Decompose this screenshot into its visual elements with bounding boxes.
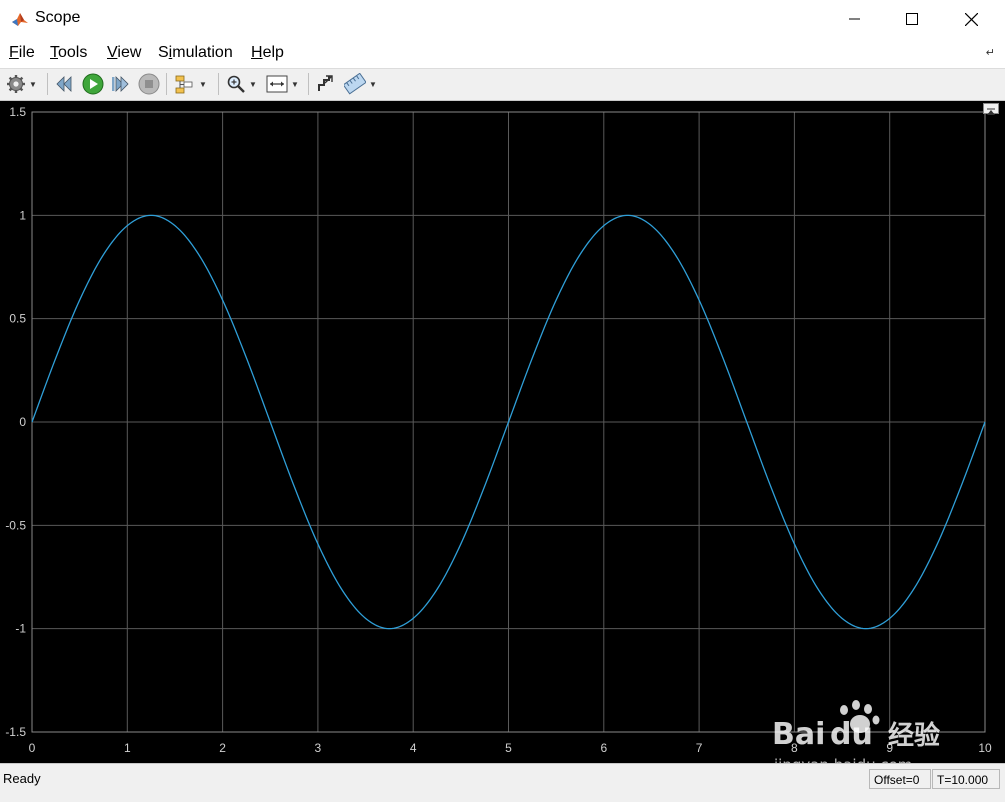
stop-icon	[138, 73, 160, 95]
x-tick-label: 6	[600, 741, 607, 755]
y-tick-label: -1	[15, 622, 26, 636]
run-button[interactable]	[82, 72, 104, 96]
gear-icon	[7, 75, 25, 93]
scope-plot: 0 1 2 3 4 5 6 7 8 9 10 1.5 1 0.5 0 -0.5 -1 -1.5	[5, 105, 992, 755]
offset-readout: Offset=0	[869, 769, 931, 789]
write-data-button[interactable]	[316, 72, 336, 96]
write-data-icon	[318, 75, 333, 91]
y-tick-label: -1.5	[5, 725, 26, 739]
x-tick-label: 5	[505, 741, 512, 755]
chevron-down-icon[interactable]: ▼	[249, 80, 257, 89]
matlab-icon	[12, 13, 28, 26]
x-tick-label: 1	[124, 741, 131, 755]
x-tick-label: 10	[978, 741, 992, 755]
chevron-down-icon[interactable]: ▼	[29, 80, 37, 89]
restore-icon	[987, 108, 995, 115]
restore-plot-button[interactable]	[983, 103, 999, 115]
window-bottom-edge	[0, 793, 1005, 802]
menu-simulation[interactable]: Simulation	[158, 44, 233, 62]
toolbar-separator	[47, 73, 48, 95]
status-text: Ready	[3, 771, 41, 786]
step-forward-icon	[112, 76, 129, 92]
x-tick-label: 2	[219, 741, 226, 755]
y-tick-label: 0.5	[9, 312, 26, 326]
toolbar: ▼ ▼ ▼ ▼ ▼	[0, 69, 1005, 101]
toolbar-separator	[218, 73, 219, 95]
time-readout: T=10.000	[932, 769, 1000, 789]
zoom-button[interactable]: ▼	[226, 72, 257, 96]
toolbar-separator	[166, 73, 167, 95]
menu-file[interactable]: File	[9, 44, 35, 62]
step-back-icon	[56, 76, 72, 92]
x-tick-label: 8	[791, 741, 798, 755]
close-button[interactable]	[942, 0, 1000, 38]
menu-view[interactable]: View	[107, 44, 141, 62]
scope-display[interactable]: 0 1 2 3 4 5 6 7 8 9 10 1.5 1 0.5 0 -0.5 -1 -1.5	[0, 101, 1005, 763]
signal-selector-icon	[175, 75, 193, 94]
step-forward-button[interactable]	[110, 72, 130, 96]
dock-arrow-icon[interactable]: ↵	[986, 46, 995, 59]
autoscale-icon	[266, 75, 288, 93]
step-back-button[interactable]	[55, 72, 75, 96]
chevron-down-icon[interactable]: ▼	[369, 80, 377, 89]
measure-icon	[344, 73, 366, 95]
chevron-down-icon[interactable]: ▼	[291, 80, 299, 89]
minimize-icon	[849, 18, 860, 20]
menu-tools[interactable]: Tools	[50, 44, 87, 62]
x-tick-label: 0	[29, 741, 36, 755]
x-tick-label: 9	[886, 741, 893, 755]
close-icon	[964, 12, 978, 26]
window-title: Scope	[35, 9, 81, 26]
x-tick-label: 3	[315, 741, 322, 755]
zoom-icon	[227, 75, 245, 93]
minimize-button[interactable]	[826, 0, 884, 38]
measure-button[interactable]: ▼	[344, 72, 377, 96]
signal-selector-button[interactable]: ▼	[174, 72, 207, 96]
menu-help[interactable]: Help	[251, 44, 284, 62]
settings-button[interactable]: ▼	[6, 72, 37, 96]
toolbar-separator	[308, 73, 309, 95]
autoscale-button[interactable]: ▼	[266, 72, 299, 96]
y-tick-label: 1	[19, 208, 26, 222]
menu-bar: File Tools View Simulation Help ↵	[0, 38, 1005, 69]
run-icon	[82, 73, 104, 95]
maximize-button[interactable]	[883, 0, 941, 38]
y-tick-label: 0	[19, 415, 26, 429]
x-tick-label: 4	[410, 741, 417, 755]
y-tick-label: -0.5	[5, 518, 26, 532]
title-bar: Scope	[0, 0, 1005, 38]
status-bar: Ready Offset=0 T=10.000	[0, 763, 1005, 794]
stop-button[interactable]	[138, 72, 160, 96]
x-tick-label: 7	[696, 741, 703, 755]
chevron-down-icon[interactable]: ▼	[199, 80, 207, 89]
maximize-icon	[906, 13, 918, 25]
y-tick-label: 1.5	[9, 105, 26, 119]
